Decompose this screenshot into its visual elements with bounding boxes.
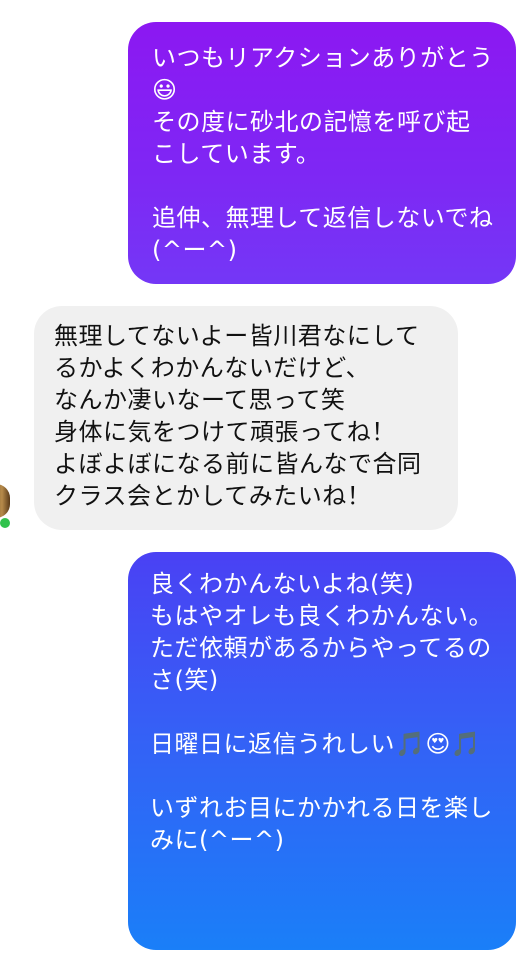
incoming-message-bubble[interactable]: 無理してないよー皆川君なにしてるかよくわかんないだけど、 なんか凄いなーて思って…: [34, 306, 458, 530]
online-status-icon: [0, 516, 12, 530]
outgoing-message-bubble[interactable]: いつもリアクションありがとう😃 その度に砂北の記憶を呼び起こしています。 追伸、…: [128, 22, 516, 284]
contact-avatar-icon[interactable]: [0, 484, 10, 518]
outgoing-message-bubble[interactable]: 良くわかんないよね(笑) もはやオレも良くわかんない。 ただ依頼があるからやって…: [128, 552, 516, 950]
